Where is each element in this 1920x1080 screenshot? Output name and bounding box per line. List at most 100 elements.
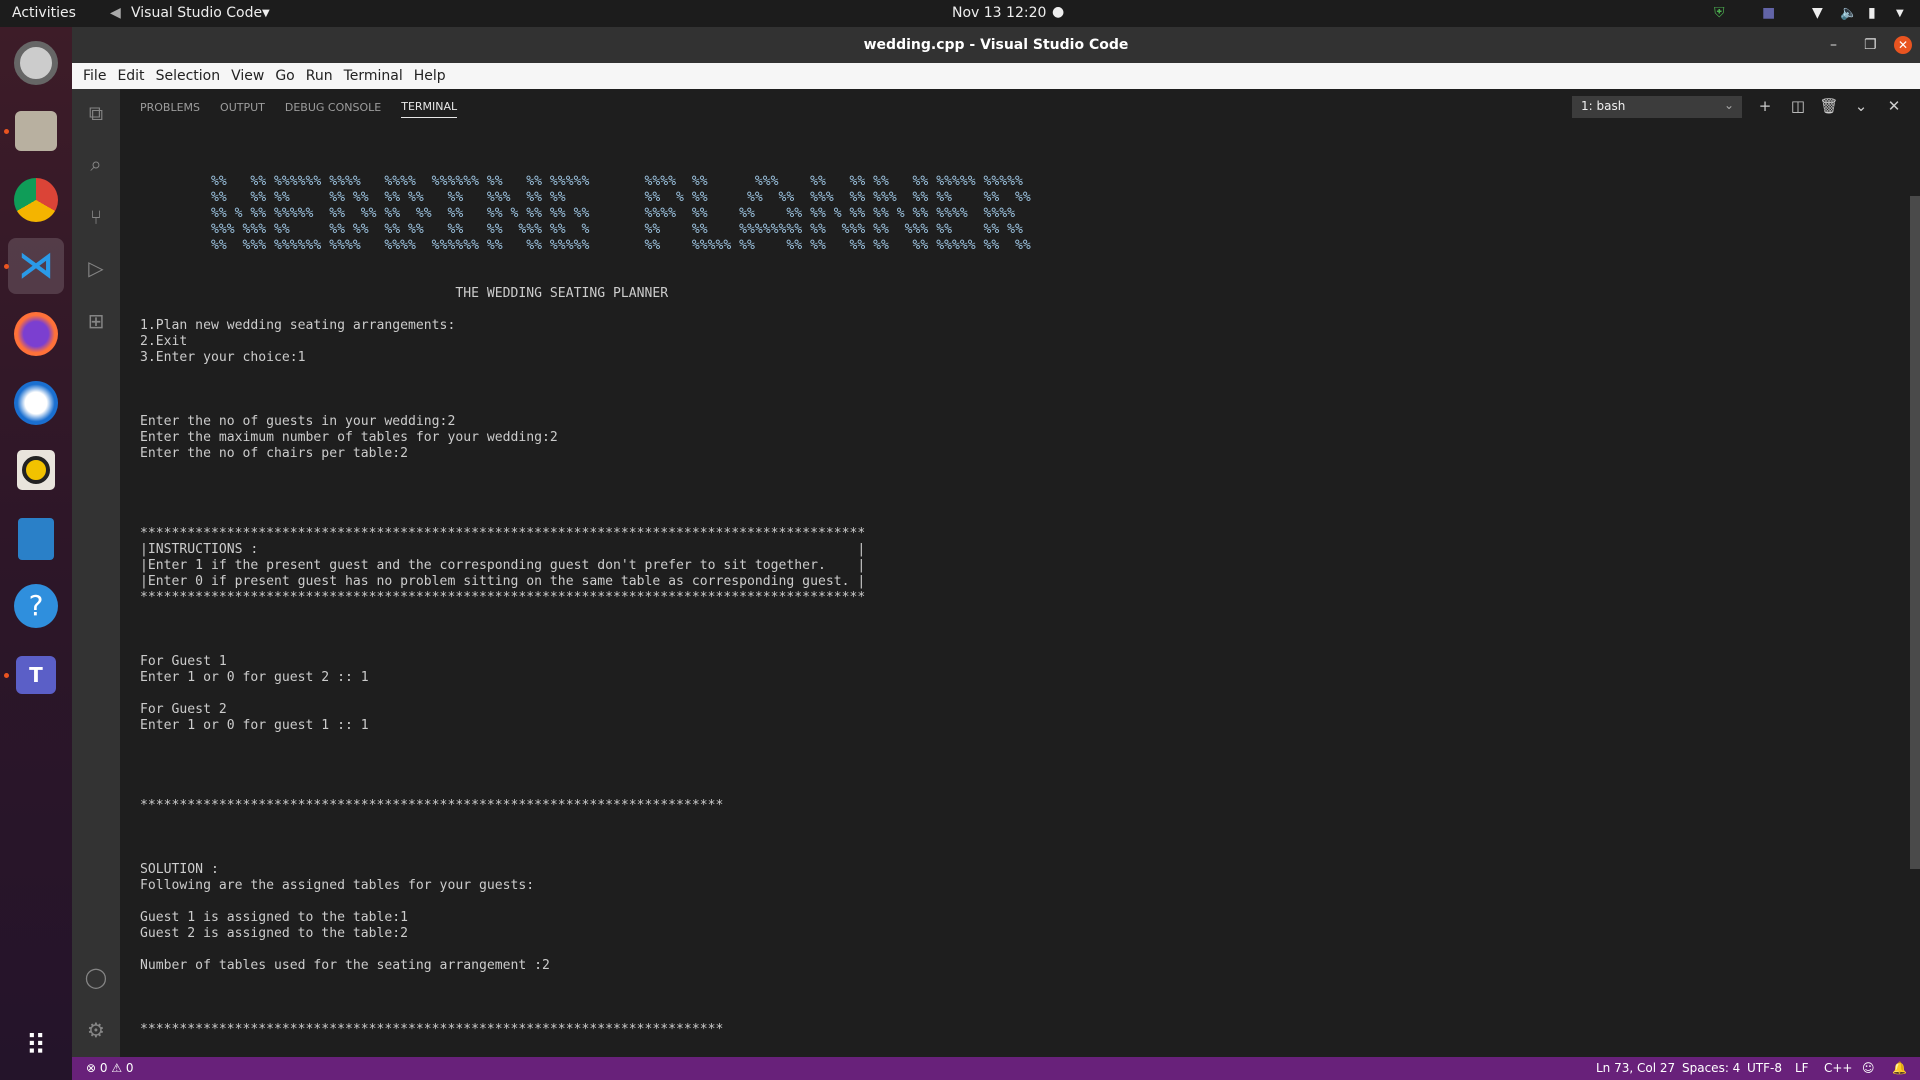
split-terminal-icon[interactable]: ◫ [1788,97,1808,115]
dock-rhythmbox[interactable] [8,442,64,498]
instructions-line: |Enter 0 if present guest has no problem… [140,574,866,589]
dock-vscode[interactable]: ⋊ [4,238,64,294]
menu-run[interactable]: Run [306,68,333,84]
search-icon[interactable]: ⌕ [84,152,108,176]
ascii-art-line: %% %%% %%%%%% %%%% %%%% %%%%%% %% %% %%%… [210,238,1031,253]
new-terminal-plus-icon[interactable]: + [1755,97,1775,115]
notifications-bell-icon[interactable]: 🔔 [1892,1061,1907,1075]
feedback-icon[interactable]: ☺ [1862,1061,1875,1075]
ascii-art-line: %% %% %% %% %% %% %% %% %%% %% %% %% % %… [210,190,1031,205]
teams-tray-icon[interactable]: ■ [1762,5,1775,21]
input-line: Enter the no of chairs per table:2 [140,446,409,461]
dock-settings[interactable] [8,35,64,91]
language-mode[interactable]: C++ [1824,1061,1853,1075]
solution-line: SOLUTION : [140,862,219,877]
run-debug-icon[interactable]: ▷ [84,256,108,280]
thunderbird-icon [14,381,58,425]
terminal-output[interactable]: %% %% %%%%%% %%%% %%%% %%%%%% %% %% %%%%… [140,174,1031,1038]
menu-view[interactable]: View [231,68,264,84]
dock-teams[interactable]: T [4,647,64,703]
system-menu-caret-icon[interactable]: ▼ [1896,8,1904,19]
minimize-button[interactable]: – [1830,27,1837,63]
menu-go[interactable]: Go [275,68,294,84]
separator-stars: ****************************************… [140,590,866,605]
activities-button[interactable]: Activities [12,5,76,21]
dock-writer[interactable] [8,511,64,567]
caret-down-icon[interactable]: ▼ [262,8,270,19]
maximize-panel-chevron-icon[interactable]: ⌄ [1851,97,1871,115]
menu-line: 1.Plan new wedding seating arrangements: [140,318,456,333]
assignment-line: Guest 1 is assigned to the table:1 [140,910,409,925]
manage-gear-icon[interactable]: ⚙ [84,1018,108,1042]
menu-file[interactable]: File [83,68,106,84]
menu-edit[interactable]: Edit [117,68,144,84]
tab-debug-console[interactable]: DEBUG CONSOLE [285,95,381,118]
program-heading: THE WEDDING SEATING PLANNER [455,286,669,301]
battery-icon[interactable]: ▮ [1868,5,1876,21]
terminal-select[interactable]: 1: bash ⌄ [1572,96,1742,118]
kill-terminal-trash-icon[interactable]: 🗑 [1819,97,1839,115]
vscode-small-icon: ◀ [110,5,121,21]
ascii-art-line: %% %% %%%%%% %%%% %%%% %%%%%% %% %% %%%%… [210,174,1023,189]
vscode-icon: ⋊ [18,245,54,286]
solution-line: Following are the assigned tables for yo… [140,878,535,893]
menu-bar: File Edit Selection View Go Run Terminal… [72,63,1920,89]
input-line: Enter the no of guests in your wedding:2 [140,414,456,429]
maximize-button[interactable]: ❐ [1864,27,1877,63]
menu-selection[interactable]: Selection [156,68,221,84]
menu-line: 2.Exit [140,334,188,349]
dock-files[interactable] [4,103,64,159]
chevron-down-icon: ⌄ [1723,98,1734,112]
tab-output[interactable]: OUTPUT [220,95,265,118]
wifi-icon[interactable]: ▼ [1812,5,1823,21]
terminal-scrollbar[interactable] [1910,196,1920,869]
files-icon [15,111,57,151]
app-menu[interactable]: Visual Studio Code [131,5,262,21]
show-applications-grid-icon[interactable]: ⠿ [8,1017,64,1073]
dock-help[interactable]: ? [8,578,64,634]
dock-firefox[interactable] [8,306,64,362]
tab-terminal[interactable]: TERMINAL [401,94,458,118]
instructions-line: |Enter 1 if the present guest and the co… [140,558,866,573]
guest-line: For Guest 2 [140,702,227,717]
indentation[interactable]: Spaces: 4 [1682,1061,1740,1075]
running-indicator [4,129,9,134]
encoding[interactable]: UTF-8 [1747,1061,1782,1075]
shield-icon[interactable]: ⛨ [1714,5,1725,21]
account-icon[interactable]: ◯ [84,965,108,989]
ascii-art-line: %%% %%% %% %% %% %% %% %% %% %%% %% % %%… [210,222,1023,237]
assignment-line: Guest 2 is assigned to the table:2 [140,926,409,941]
settings-gear-icon [14,41,58,85]
dock-chrome[interactable] [8,172,64,228]
menu-terminal[interactable]: Terminal [344,68,403,84]
cursor-position[interactable]: Ln 73, Col 27 [1596,1061,1675,1075]
instructions-line: |INSTRUCTIONS : | [140,542,866,557]
help-icon: ? [14,584,58,628]
separator-stars: ****************************************… [140,526,866,541]
extensions-icon[interactable]: ⊞ [84,309,108,333]
menu-help[interactable]: Help [414,68,446,84]
window-title: wedding.cpp - Visual Studio Code [863,37,1129,53]
teams-icon: T [16,656,56,694]
tab-problems[interactable]: PROBLEMS [140,95,200,118]
window-titlebar: wedding.cpp - Visual Studio Code – ❐ ✕ [72,27,1920,63]
clock[interactable]: Nov 13 12:20 [952,5,1046,21]
source-control-icon[interactable]: ⑂ [84,205,108,229]
close-panel-icon[interactable]: ✕ [1884,97,1904,115]
separator-stars: ****************************************… [140,1022,724,1037]
gnome-top-bar: Activities ◀ Visual Studio Code ▼ Nov 13… [0,0,1920,27]
firefox-icon [14,312,58,356]
menu-line: 3.Enter your choice:1 [140,350,306,365]
separator-stars: ****************************************… [140,798,724,813]
status-bar: ⊗ 0 ⚠ 0 Ln 73, Col 27 Spaces: 4 UTF-8 LF… [72,1057,1920,1080]
explorer-icon[interactable]: ⧉ [84,101,108,125]
chrome-icon [14,178,58,222]
dock-thunderbird[interactable] [8,375,64,431]
tables-used-line: Number of tables used for the seating ar… [140,958,550,973]
dock: ⋊ ? T ⠿ [0,27,72,1080]
volume-icon[interactable]: 🔈 [1840,5,1857,21]
end-of-line[interactable]: LF [1795,1061,1809,1075]
guest-line: For Guest 1 [140,654,227,669]
problems-status[interactable]: ⊗ 0 ⚠ 0 [86,1061,134,1075]
close-window-button[interactable]: ✕ [1894,36,1912,54]
